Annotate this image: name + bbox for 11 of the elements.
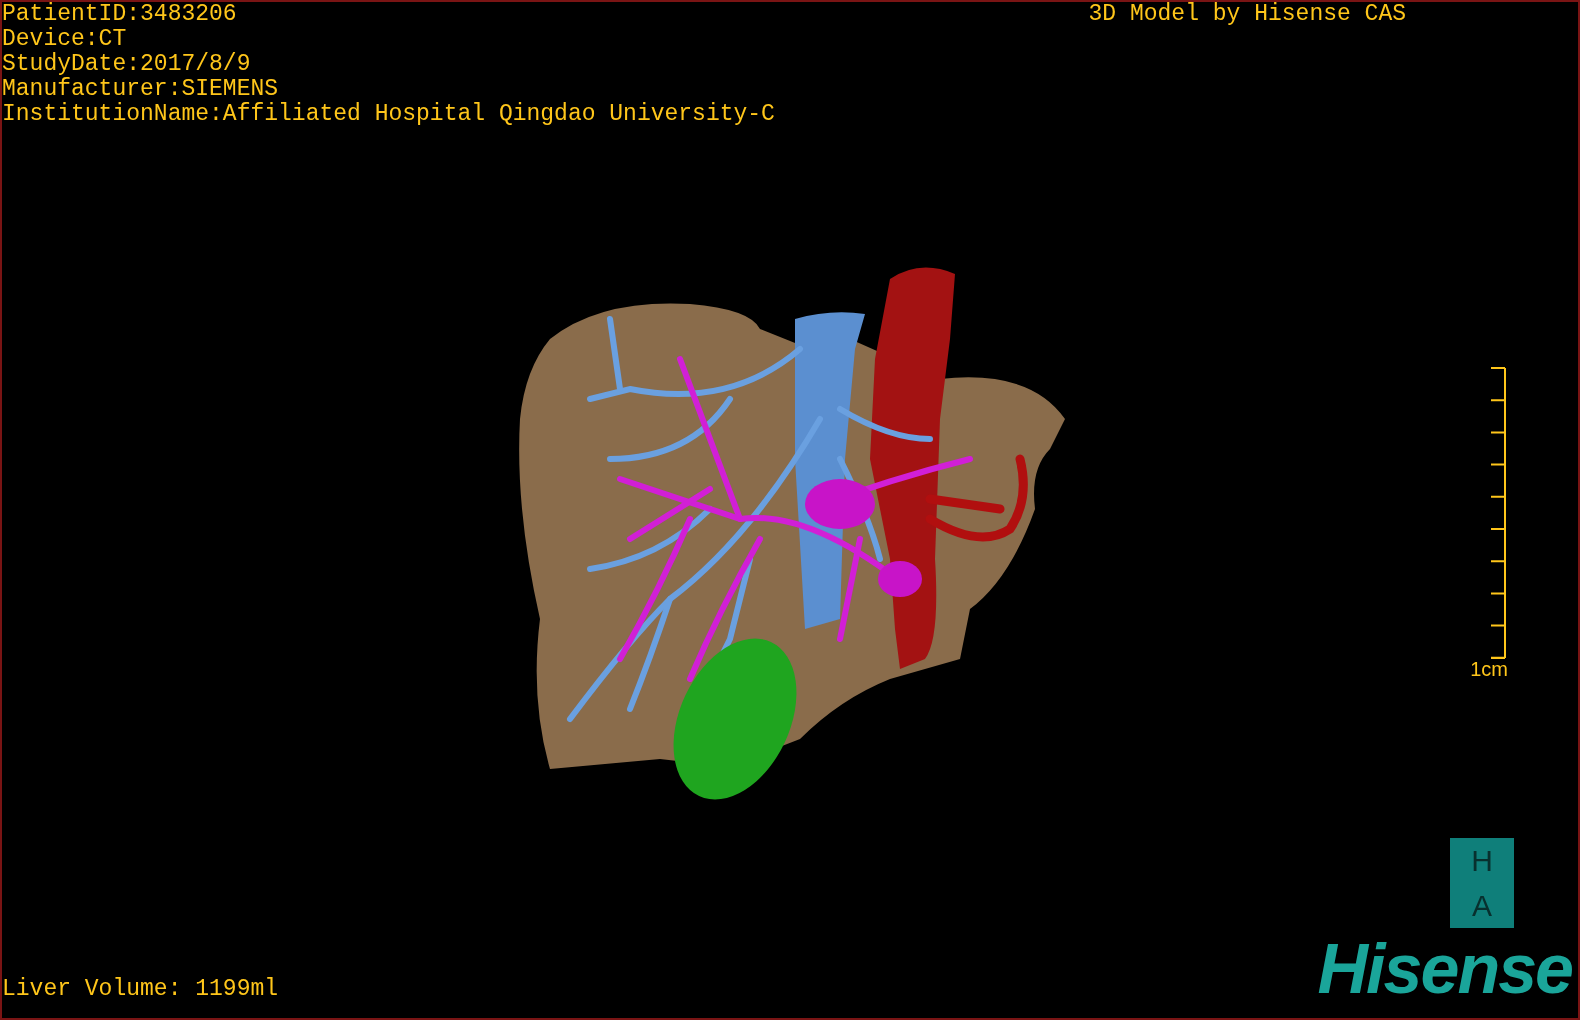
- patient-info-line: StudyDate:2017/8/9: [2, 52, 252, 77]
- liver-volume-text: Liver Volume: 1199ml: [2, 977, 279, 1002]
- patient-info-line: Device:CT: [2, 27, 128, 52]
- model-title: 3D Model by Hisense CAS: [1088, 2, 1406, 27]
- patient-info-line: InstitutionName:Affiliated Hospital Qingdao University-C: [2, 102, 775, 127]
- patient-info-line: Manufacturer:SIEMENS: [2, 77, 280, 102]
- orientation-label: A: [1472, 890, 1492, 921]
- patient-info-line: PatientID:3483206: [2, 2, 238, 27]
- hisense-logo: Hisense: [1317, 936, 1573, 1002]
- scale-bar-label: 1cm: [1470, 659, 1508, 679]
- orientation-label: H: [1471, 845, 1493, 876]
